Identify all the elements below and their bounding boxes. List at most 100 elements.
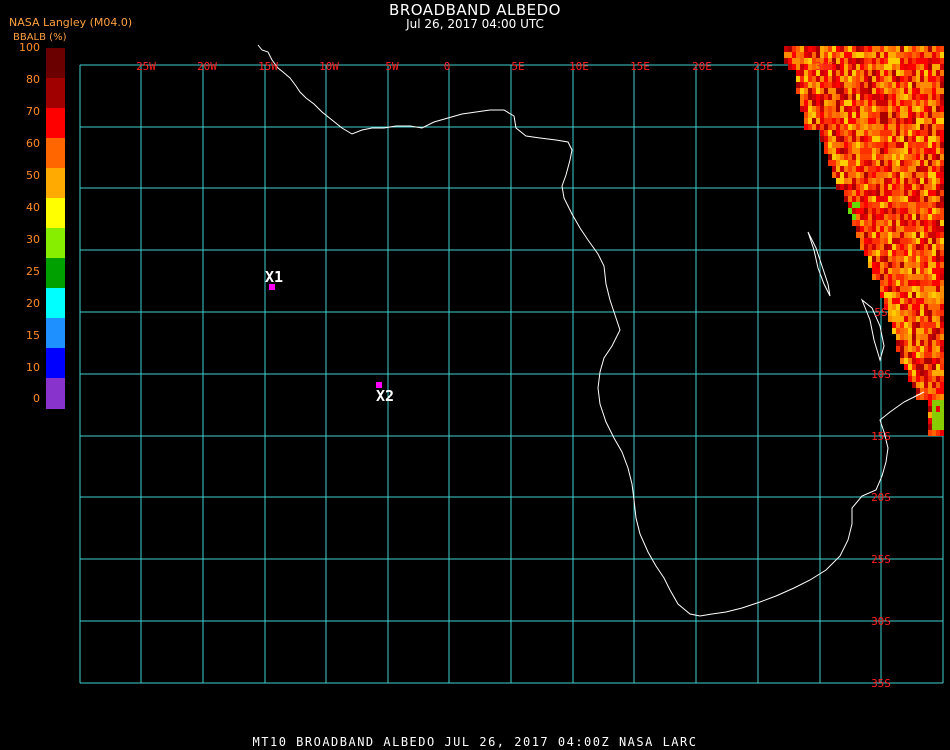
albedo-pixel	[940, 166, 944, 172]
albedo-pixel	[932, 172, 936, 178]
albedo-pixel	[932, 406, 936, 412]
albedo-pixel	[832, 46, 836, 52]
albedo-pixel	[908, 118, 912, 124]
albedo-pixel	[932, 196, 936, 202]
albedo-pixel	[936, 166, 940, 172]
albedo-pixel	[916, 304, 920, 310]
albedo-pixel	[872, 148, 876, 154]
albedo-pixel	[880, 130, 884, 136]
albedo-pixel	[940, 340, 944, 346]
albedo-pixel	[928, 400, 932, 406]
albedo-pixel	[820, 106, 824, 112]
albedo-pixel	[920, 166, 924, 172]
albedo-pixel	[904, 286, 908, 292]
albedo-pixel	[908, 316, 912, 322]
albedo-pixel	[852, 124, 856, 130]
albedo-pixel	[912, 190, 916, 196]
albedo-pixel	[920, 190, 924, 196]
albedo-pixel	[932, 166, 936, 172]
albedo-pixel	[844, 118, 848, 124]
albedo-pixel	[892, 310, 896, 316]
albedo-pixel	[844, 82, 848, 88]
albedo-pixel	[900, 46, 904, 52]
albedo-pixel	[856, 154, 860, 160]
albedo-pixel	[876, 70, 880, 76]
albedo-pixel	[920, 52, 924, 58]
albedo-pixel	[912, 382, 916, 388]
albedo-pixel	[808, 94, 812, 100]
albedo-pixel	[860, 100, 864, 106]
albedo-pixel	[940, 76, 944, 82]
albedo-pixel	[904, 214, 908, 220]
albedo-pixel	[844, 160, 848, 166]
albedo-pixel	[928, 142, 932, 148]
albedo-pixel	[924, 328, 928, 334]
albedo-pixel	[888, 178, 892, 184]
albedo-pixel	[860, 154, 864, 160]
albedo-pixel	[852, 154, 856, 160]
albedo-pixel	[928, 424, 932, 430]
albedo-pixel	[936, 202, 940, 208]
albedo-pixel	[940, 106, 944, 112]
albedo-pixel	[896, 226, 900, 232]
albedo-pixel	[936, 340, 940, 346]
albedo-pixel	[904, 328, 908, 334]
albedo-pixel	[900, 184, 904, 190]
albedo-pixel	[888, 226, 892, 232]
albedo-pixel	[844, 124, 848, 130]
albedo-pixel	[920, 274, 924, 280]
albedo-pixel	[884, 112, 888, 118]
albedo-pixel	[928, 88, 932, 94]
albedo-pixel	[832, 142, 836, 148]
albedo-pixel	[940, 358, 944, 364]
albedo-pixel	[892, 82, 896, 88]
albedo-pixel	[880, 58, 884, 64]
albedo-pixel	[896, 310, 900, 316]
albedo-pixel	[856, 124, 860, 130]
albedo-pixel	[908, 238, 912, 244]
albedo-pixel	[880, 88, 884, 94]
albedo-pixel	[932, 232, 936, 238]
albedo-pixel	[872, 130, 876, 136]
albedo-pixel	[824, 148, 828, 154]
albedo-pixel	[884, 94, 888, 100]
albedo-pixel	[924, 214, 928, 220]
albedo-pixel	[892, 256, 896, 262]
albedo-pixel	[940, 190, 944, 196]
albedo-pixel	[924, 292, 928, 298]
albedo-pixel	[872, 118, 876, 124]
footer-caption: MT10 BROADBAND ALBEDO JUL 26, 2017 04:00…	[252, 735, 698, 749]
albedo-pixel	[924, 52, 928, 58]
albedo-pixel	[868, 208, 872, 214]
albedo-pixel	[852, 112, 856, 118]
albedo-pixel	[936, 70, 940, 76]
albedo-pixel	[912, 352, 916, 358]
albedo-pixel	[836, 112, 840, 118]
albedo-pixel	[912, 232, 916, 238]
albedo-pixel	[884, 46, 888, 52]
albedo-pixel	[936, 382, 940, 388]
albedo-pixel	[928, 280, 932, 286]
albedo-pixel	[872, 52, 876, 58]
albedo-pixel	[900, 100, 904, 106]
albedo-pixel	[860, 166, 864, 172]
albedo-pixel	[872, 214, 876, 220]
albedo-pixel	[936, 208, 940, 214]
albedo-pixel	[940, 94, 944, 100]
albedo-pixel	[848, 148, 852, 154]
albedo-pixel	[920, 286, 924, 292]
albedo-pixel	[860, 82, 864, 88]
albedo-pixel	[936, 256, 940, 262]
albedo-pixel	[844, 130, 848, 136]
albedo-pixel	[916, 76, 920, 82]
albedo-pixel	[800, 82, 804, 88]
albedo-pixel	[836, 64, 840, 70]
albedo-pixel	[856, 58, 860, 64]
albedo-pixel	[940, 292, 944, 298]
albedo-pixel	[804, 46, 808, 52]
albedo-pixel	[936, 94, 940, 100]
albedo-pixel	[884, 118, 888, 124]
albedo-pixel	[896, 238, 900, 244]
albedo-pixel	[852, 118, 856, 124]
albedo-pixel	[868, 118, 872, 124]
